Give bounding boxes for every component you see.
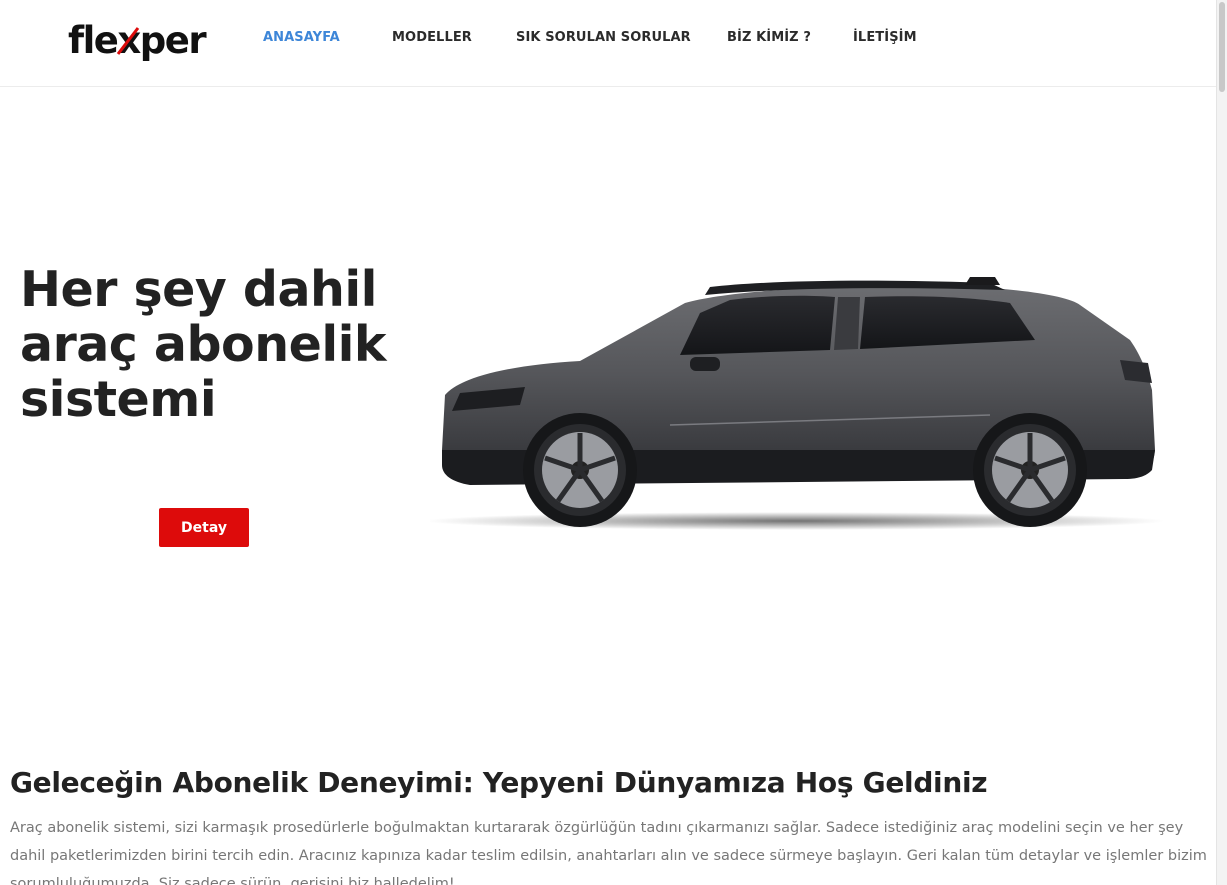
nav-item-iletisim[interactable]: İLETİŞİM: [853, 30, 917, 45]
site-header: flexper ANASAYFA MODELLER SIK SORULAN SO…: [0, 0, 1227, 87]
nav-item-anasayfa[interactable]: ANASAYFA: [263, 30, 340, 45]
nav-item-biz-kimiz[interactable]: BİZ KİMİZ ?: [727, 30, 811, 45]
logo-x-accent-icon: [117, 26, 140, 55]
detay-button[interactable]: Detay: [159, 508, 249, 547]
car-side-view-image: [430, 277, 1165, 530]
page-scrollbar[interactable]: [1216, 0, 1227, 885]
nav-item-sss[interactable]: SIK SORULAN SORULAR: [516, 30, 691, 45]
welcome-title: Geleceğin Abonelik Deneyimi: Yepyeni Dün…: [10, 766, 988, 799]
brand-logo[interactable]: flexper: [68, 18, 207, 62]
scrollbar-thumb[interactable]: [1219, 2, 1225, 92]
welcome-text: Araç abonelik sistemi, sizi karmaşık pro…: [10, 820, 1207, 885]
nav-item-modeller[interactable]: MODELLER: [392, 30, 472, 45]
hero-title: Her şey dahil araç abonelik sistemi: [20, 261, 387, 428]
